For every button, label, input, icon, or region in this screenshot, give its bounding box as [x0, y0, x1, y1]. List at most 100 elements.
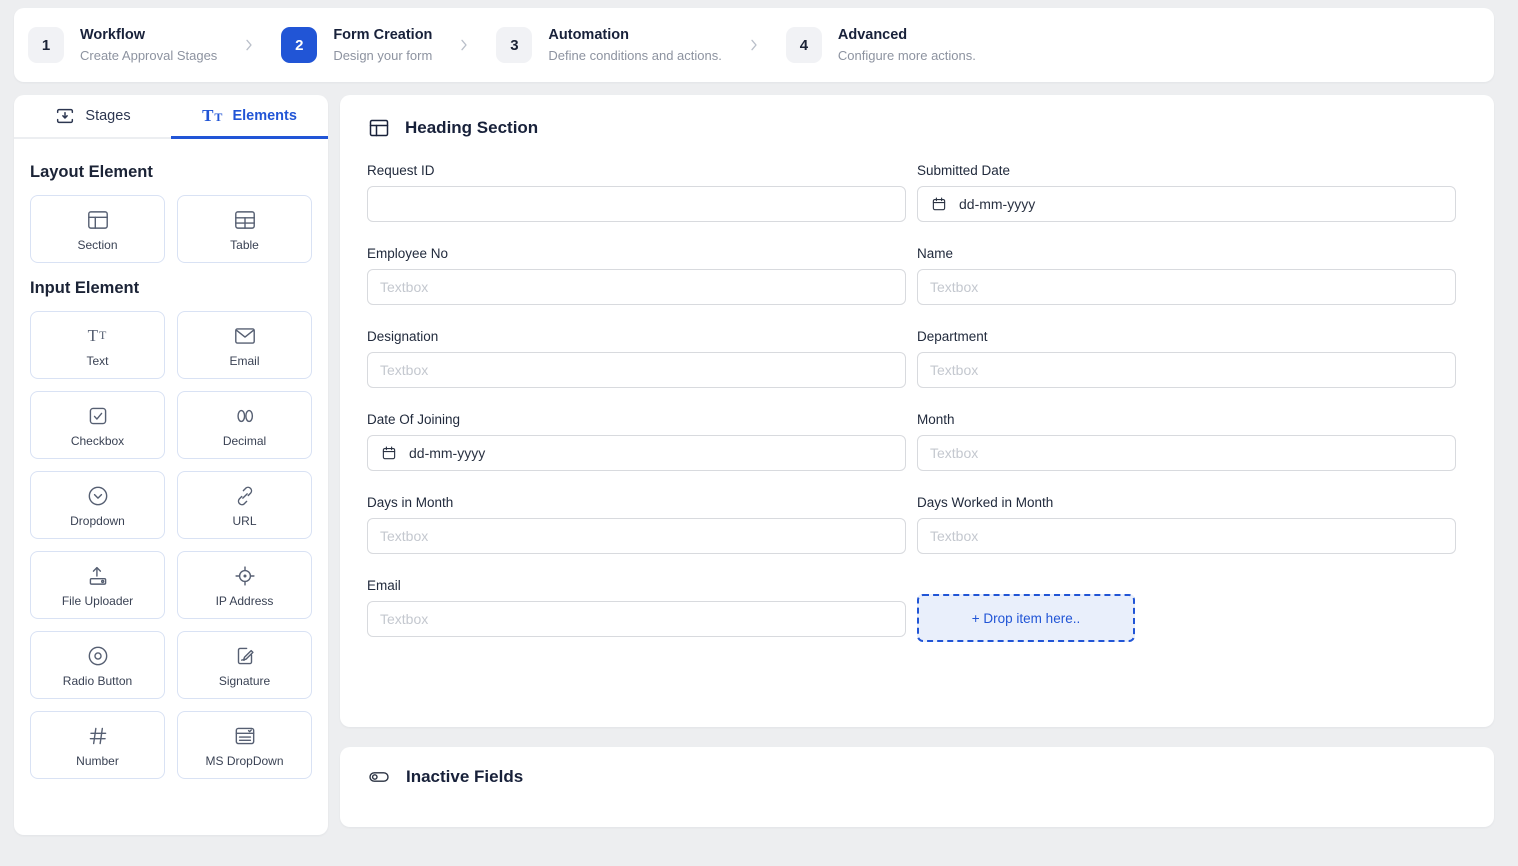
input-element-grid: TT Text Email Checkbox	[30, 311, 312, 779]
element-tile-decimal[interactable]: Decimal	[177, 391, 312, 459]
element-tile-text[interactable]: TT Text	[30, 311, 165, 379]
step-number-badge: 3	[496, 27, 532, 63]
decimal-icon	[232, 403, 258, 429]
input-element-heading: Input Element	[30, 279, 312, 298]
email-input[interactable]	[367, 601, 906, 637]
text-elements-icon: TT	[202, 106, 223, 126]
tile-label: Decimal	[223, 434, 266, 448]
text-icon: TT	[88, 323, 108, 349]
number-hash-icon	[85, 723, 111, 749]
field-employee-no: Employee No	[367, 246, 906, 305]
tab-label: Elements	[232, 108, 296, 124]
step-subtitle: Configure more actions.	[838, 48, 976, 63]
date-of-joining-input[interactable]: dd-mm-yyyy	[367, 435, 906, 471]
step-title: Form Creation	[333, 27, 432, 44]
inactive-fields-card: Inactive Fields	[340, 747, 1494, 827]
submitted-date-input[interactable]: dd-mm-yyyy	[917, 186, 1456, 222]
days-worked-in-month-input[interactable]	[917, 518, 1456, 554]
tile-label: Signature	[219, 674, 270, 688]
field-label: Date Of Joining	[367, 412, 906, 427]
field-department: Department	[917, 329, 1456, 388]
step-title: Workflow	[80, 27, 217, 44]
field-label: Days Worked in Month	[917, 495, 1456, 510]
heading-section-card: Heading Section Request ID Submitted Dat…	[340, 95, 1494, 727]
element-tile-number[interactable]: Number	[30, 711, 165, 779]
radio-button-icon	[85, 643, 111, 669]
chevron-right-icon	[456, 37, 472, 53]
chevron-right-icon	[746, 37, 762, 53]
email-icon	[232, 323, 258, 349]
step-subtitle: Design your form	[333, 48, 432, 63]
layout-element-grid: Section Table	[30, 195, 312, 263]
calendar-icon	[930, 195, 948, 213]
section-title: Heading Section	[405, 118, 538, 138]
drop-item-zone[interactable]: + Drop item here..	[917, 594, 1135, 642]
checkbox-icon	[85, 403, 111, 429]
request-id-input[interactable]	[367, 186, 906, 222]
dropdown-icon	[85, 483, 111, 509]
tile-label: Text	[86, 354, 108, 368]
name-input[interactable]	[917, 269, 1456, 305]
field-label: Employee No	[367, 246, 906, 261]
url-link-icon	[232, 483, 258, 509]
element-tile-dropdown[interactable]: Dropdown	[30, 471, 165, 539]
element-tile-table[interactable]: Table	[177, 195, 312, 263]
date-value: dd-mm-yyyy	[409, 445, 485, 461]
tile-label: Dropdown	[70, 514, 125, 528]
field-submitted-date: Submitted Date dd-mm-yyyy	[917, 163, 1456, 222]
inactive-fields-header[interactable]: Inactive Fields	[367, 765, 1467, 789]
element-tile-section[interactable]: Section	[30, 195, 165, 263]
department-input[interactable]	[917, 352, 1456, 388]
element-tile-signature[interactable]: Signature	[177, 631, 312, 699]
field-label: Designation	[367, 329, 906, 344]
tile-label: IP Address	[216, 594, 274, 608]
month-input[interactable]	[917, 435, 1456, 471]
field-request-id: Request ID	[367, 163, 906, 222]
calendar-icon	[380, 444, 398, 462]
element-tile-ms-dropdown[interactable]: MS DropDown	[177, 711, 312, 779]
element-tile-ip-address[interactable]: IP Address	[177, 551, 312, 619]
element-tile-checkbox[interactable]: Checkbox	[30, 391, 165, 459]
step-subtitle: Create Approval Stages	[80, 48, 217, 63]
step-number-badge: 1	[28, 27, 64, 63]
step-subtitle: Define conditions and actions.	[548, 48, 721, 63]
designation-input[interactable]	[367, 352, 906, 388]
element-tile-email[interactable]: Email	[177, 311, 312, 379]
section-icon	[85, 207, 111, 233]
dropzone-cell: + Drop item here..	[917, 578, 1456, 642]
inactive-fields-title: Inactive Fields	[406, 767, 523, 787]
step-automation[interactable]: 3 Automation Define conditions and actio…	[496, 27, 721, 63]
step-form-creation[interactable]: 2 Form Creation Design your form	[281, 27, 432, 63]
ms-dropdown-icon	[232, 723, 258, 749]
field-date-of-joining: Date Of Joining dd-mm-yyyy	[367, 412, 906, 471]
layout-element-heading: Layout Element	[30, 163, 312, 182]
stages-icon	[54, 103, 76, 129]
element-tile-file-uploader[interactable]: File Uploader	[30, 551, 165, 619]
step-advanced[interactable]: 4 Advanced Configure more actions.	[786, 27, 976, 63]
step-title: Automation	[548, 27, 721, 44]
table-icon	[232, 207, 258, 233]
tab-stages[interactable]: Stages	[14, 95, 171, 137]
tile-label: Radio Button	[63, 674, 132, 688]
days-in-month-input[interactable]	[367, 518, 906, 554]
field-label: Month	[917, 412, 1456, 427]
field-label: Request ID	[367, 163, 906, 178]
field-days-worked-in-month: Days Worked in Month	[917, 495, 1456, 554]
tile-label: Number	[76, 754, 119, 768]
field-month: Month	[917, 412, 1456, 471]
tile-label: URL	[232, 514, 256, 528]
element-tile-radio-button[interactable]: Radio Button	[30, 631, 165, 699]
step-workflow[interactable]: 1 Workflow Create Approval Stages	[28, 27, 217, 63]
step-number-badge: 2	[281, 27, 317, 63]
tab-elements[interactable]: TT Elements	[171, 95, 328, 137]
sidebar-tabs: Stages TT Elements	[14, 95, 328, 139]
tile-label: MS DropDown	[205, 754, 283, 768]
employee-no-input[interactable]	[367, 269, 906, 305]
field-designation: Designation	[367, 329, 906, 388]
element-tile-url[interactable]: URL	[177, 471, 312, 539]
field-name: Name	[917, 246, 1456, 305]
field-days-in-month: Days in Month	[367, 495, 906, 554]
step-number-badge: 4	[786, 27, 822, 63]
chevron-right-icon	[241, 37, 257, 53]
tile-label: Checkbox	[71, 434, 124, 448]
